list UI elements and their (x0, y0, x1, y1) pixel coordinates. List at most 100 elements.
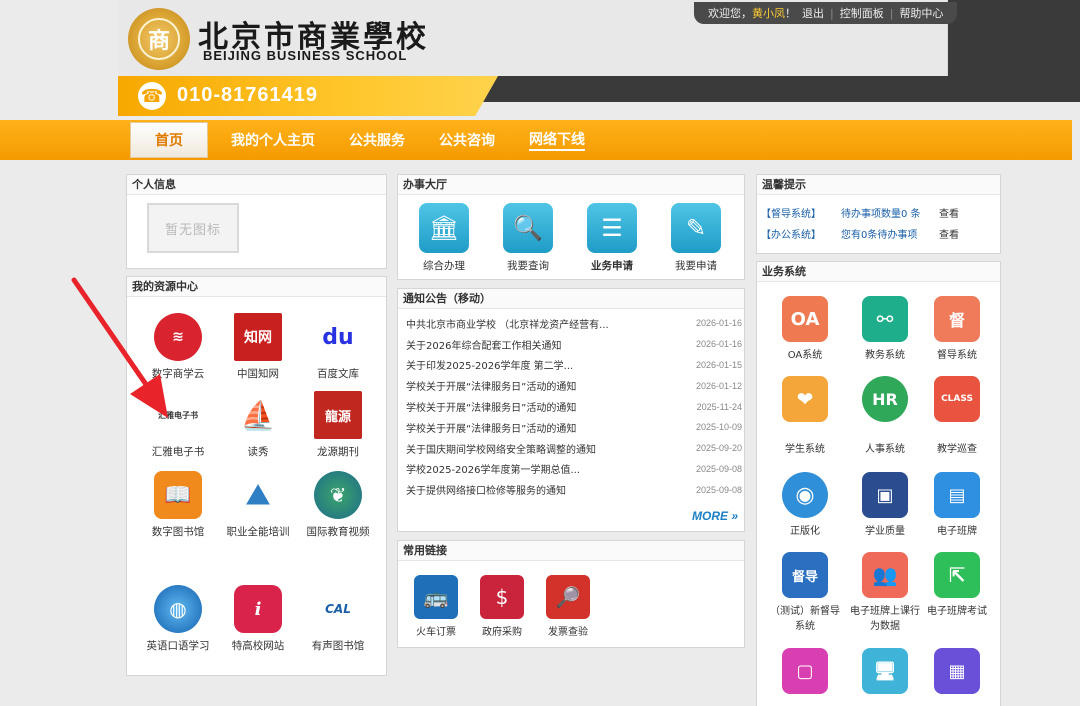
biz-unnamed-2[interactable]: 🖥 (847, 648, 923, 694)
resource-center-panel: 我的资源中心 ≋ 数字商学云 知网 中国知网 du 百度文库 汇雅电子书 汇雅电… (126, 276, 387, 676)
resource-english-speaking[interactable]: ◍ 英语口语学习 (139, 585, 217, 654)
user-name: 黄小凤 (752, 7, 785, 20)
notice-row[interactable]: 关于提供网络接口检修等服务的通知 2025-09-08 (406, 479, 742, 500)
common-links-title: 常用链接 (398, 541, 744, 561)
bus-icon: 🚌 (414, 575, 458, 619)
hr-icon: HR (862, 376, 908, 422)
school-logo: 商 (128, 8, 190, 70)
resource-duxiu[interactable]: ⛵ 读秀 (219, 391, 297, 460)
form-icon: ☰ (587, 203, 637, 253)
link-invoice-check[interactable]: 🔎 发票查验 (538, 575, 598, 638)
notice-row[interactable]: 学校关于开展“法律服务日”活动的通知 2026-01-12 (406, 375, 742, 396)
resource-special-college-site[interactable]: i 特高校网站 (219, 585, 297, 654)
tip-view-link[interactable]: 查看 (939, 205, 959, 220)
heart-hands-icon: ❤ (782, 376, 828, 422)
logout-link[interactable]: 退出 (802, 5, 824, 21)
tip-row-supervision: 【督导系统】 待办事项数量0 条 查看 (761, 205, 959, 220)
tip-row-office: 【办公系统】 您有0条待办事项 查看 (761, 226, 959, 241)
resource-digital-library[interactable]: 📖 数字图书馆 (139, 471, 217, 540)
notice-row[interactable]: 学校关于开展“法律服务日”活动的通知 2025-11-24 (406, 396, 742, 417)
invoice-search-icon: 🔎 (546, 575, 590, 619)
resource-audio-library[interactable]: CAL 有声图书馆 (299, 585, 377, 654)
tip-view-link[interactable]: 查看 (939, 226, 959, 241)
divider: | (830, 6, 834, 20)
user-bar: 欢迎您，黄小凤！ 退出 | 控制面板 | 帮助中心 (694, 2, 958, 24)
notice-row[interactable]: 关于印发2025-2026学年度 第二学... 2026-01-15 (406, 355, 742, 376)
resource-vocational-training[interactable]: ⛰ 职业全能培训 (219, 471, 297, 540)
tips-panel: 温馨提示 【督导系统】 待办事项数量0 条 查看 【办公系统】 您有0条待办事项… (756, 174, 1001, 254)
resource-cnki[interactable]: 知网 中国知网 (219, 313, 297, 382)
help-center-link[interactable]: 帮助中心 (899, 5, 943, 21)
header-dark-strip (470, 76, 1080, 102)
biz-hr[interactable]: HR 人事系统 (847, 376, 923, 457)
user-search-icon: 🔍 (503, 203, 553, 253)
screen-icon: ▢ (782, 648, 828, 694)
edit-form-icon: ✎ (671, 203, 721, 253)
resource-longyuan-journal[interactable]: 龍源 龙源期刊 (299, 391, 377, 460)
network-icon: ⚯ (862, 296, 908, 342)
notice-row[interactable]: 关于国庆期间学校网络安全策略调整的通知 2025-09-20 (406, 438, 742, 459)
hall-query[interactable]: 🔍 我要查询 (488, 203, 568, 273)
biz-genuine-software[interactable]: ◉ 正版化 (767, 472, 843, 539)
shield-icon: 督 (934, 296, 980, 342)
no-avatar-placeholder: 暂无图标 (147, 203, 239, 253)
nav-home[interactable]: 首页 (130, 122, 208, 158)
nav-network-offline[interactable]: 网络下线 (512, 122, 602, 158)
notice-title: 通知公告（移动） (398, 289, 744, 309)
supervision-badge-icon: 督导 (782, 552, 828, 598)
share-icon: ⇱ (934, 552, 980, 598)
resource-huiya-ebook[interactable]: 汇雅电子书 汇雅电子书 (139, 391, 217, 460)
notice-list: 中共北京市商业学校 （北京祥龙资产经营有... 2026-01-16 关于2026… (406, 313, 742, 500)
notice-row[interactable]: 中共北京市商业学校 （北京祥龙资产经营有... 2026-01-16 (406, 313, 742, 334)
biz-test-supervision[interactable]: 督导 （测试）新督导系统 (767, 552, 843, 634)
message-icon: ▣ (862, 472, 908, 518)
school-seal-mark: 商 (138, 18, 180, 60)
baidu-paw-icon: du (314, 313, 362, 361)
hall-apply[interactable]: ✎ 我要申请 (656, 203, 736, 273)
main-nav: 首页 我的个人主页 公共服务 公共咨询 网络下线 (130, 122, 602, 158)
cal-icon: CAL (314, 585, 362, 633)
service-hall-panel: 办事大厅 🏛 综合办理 🔍 我要查询 ☰ 业务申请 ✎ 我要申请 (397, 174, 745, 280)
longyuan-icon: 龍源 (314, 391, 362, 439)
common-links-panel: 常用链接 🚌 火车订票 $ 政府采购 🔎 发票查验 (397, 540, 745, 648)
biz-e-board-behavior[interactable]: 👥 电子班牌上课行为数据 (847, 552, 923, 634)
cnki-icon: 知网 (234, 313, 282, 361)
more-link[interactable]: MORE » (692, 509, 738, 523)
resource-center-title: 我的资源中心 (127, 277, 386, 297)
document-icon: ▤ (934, 472, 980, 518)
notice-row[interactable]: 学校关于开展“法律服务日”活动的通知 2025-10-09 (406, 417, 742, 438)
display-icon: ▦ (934, 648, 980, 694)
resource-digital-commerce-cloud[interactable]: ≋ 数字商学云 (139, 313, 217, 382)
business-systems-panel: 业务系统 OA OA系统 ⚯ 教务系统 督 督导系统 ❤ 学生系统 HR 人事系… (756, 261, 1001, 706)
oa-icon: OA (782, 296, 828, 342)
hall-business-apply[interactable]: ☰ 业务申请 (572, 203, 652, 273)
nav-public-consult[interactable]: 公共咨询 (422, 122, 512, 158)
biz-student[interactable]: ❤ 学生系统 (767, 376, 843, 457)
resource-baidu-wenku[interactable]: du 百度文库 (299, 313, 377, 382)
biz-unnamed-1[interactable]: ▢ (767, 648, 843, 694)
control-panel-link[interactable]: 控制面板 (840, 5, 884, 21)
link-gov-procurement[interactable]: $ 政府采购 (472, 575, 532, 638)
biz-academic[interactable]: ⚯ 教务系统 (847, 296, 923, 363)
biz-e-class-board[interactable]: ▤ 电子班牌 (919, 472, 995, 539)
phone-icon: ☎ (138, 82, 166, 110)
digital-commerce-cloud-icon: ≋ (154, 313, 202, 361)
personal-info-panel: 个人信息 暂无图标 (126, 174, 387, 269)
biz-e-board-exam[interactable]: ⇱ 电子班牌考试 (919, 552, 995, 619)
biz-unnamed-3[interactable]: ▦ (919, 648, 995, 694)
nav-public-service[interactable]: 公共服务 (332, 122, 422, 158)
resource-intl-education-video[interactable]: ❦ 国际教育视频 (299, 471, 377, 540)
link-train-ticket[interactable]: 🚌 火车订票 (406, 575, 466, 638)
nav-my-homepage[interactable]: 我的个人主页 (214, 122, 332, 158)
money-hand-icon: $ (480, 575, 524, 619)
biz-supervision[interactable]: 督 督导系统 (919, 296, 995, 363)
phone-number: 010-81761419 (177, 84, 319, 106)
notice-row[interactable]: 学校2025-2026学年度第一学期总值... 2025-09-08 (406, 459, 742, 480)
biz-oa[interactable]: OA OA系统 (767, 296, 843, 363)
biz-teaching-patrol[interactable]: CLASS 教学巡查 (919, 376, 995, 457)
sailboat-icon: ⛵ (234, 391, 282, 439)
hall-comprehensive[interactable]: 🏛 综合办理 (404, 203, 484, 273)
biz-academic-quality[interactable]: ▣ 学业质量 (847, 472, 923, 539)
book-icon: 📖 (154, 471, 202, 519)
notice-row[interactable]: 关于2026年综合配套工作相关通知 2026-01-16 (406, 334, 742, 355)
